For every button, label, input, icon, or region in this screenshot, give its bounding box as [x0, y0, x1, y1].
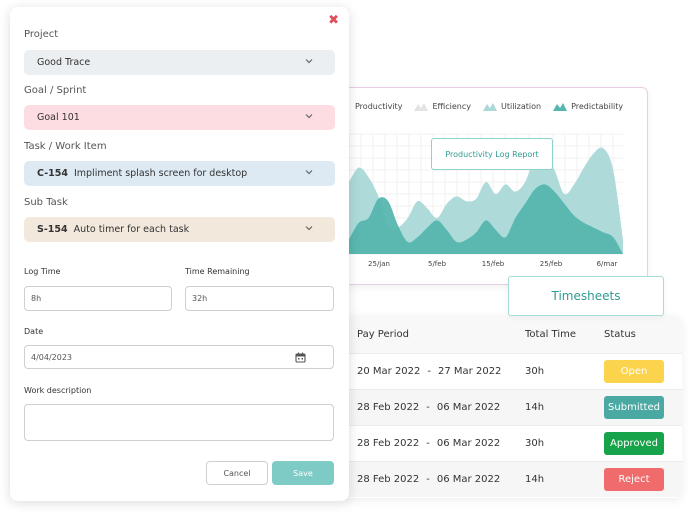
- legend-efficiency: Efficiency: [414, 102, 471, 111]
- legend-label: Predictability: [571, 102, 624, 111]
- goal-label: Goal / Sprint: [24, 85, 87, 96]
- status-cell: Reject: [589, 468, 682, 491]
- date-value: 4/04/2023: [31, 352, 73, 362]
- status-badge[interactable]: Open: [604, 360, 664, 383]
- status-cell: Open: [589, 360, 682, 383]
- mountain-icon: [482, 103, 497, 111]
- period-to: 06 Mar 2022: [436, 402, 501, 413]
- x-tick-label: 25/feb: [539, 260, 563, 268]
- legend-utilization: Utilization: [482, 102, 542, 111]
- date-label: Date: [24, 327, 44, 336]
- log-time-form: ✖ Project Good Trace Goal / Sprint Goal …: [10, 7, 349, 501]
- save-button[interactable]: Save: [272, 461, 334, 485]
- chevron-down-icon: [305, 114, 313, 119]
- chevron-down-icon: [305, 59, 313, 64]
- log-time-label: Log Time: [24, 267, 61, 276]
- table-body: 20 Mar 2022-27 Mar 2022 30h Open 28 Feb 202…: [340, 353, 682, 497]
- pay-period-cell: 28 Feb 2022-06 Mar 2022: [340, 474, 509, 485]
- log-time-value: 8h: [31, 294, 42, 303]
- time-remaining-value: 32h: [192, 294, 208, 303]
- productivity-chart-card: Productivity Efficiency Utilization Pred…: [330, 87, 648, 285]
- period-separator: -: [426, 438, 430, 449]
- task-code: C-154: [37, 168, 68, 179]
- period-separator: -: [426, 402, 430, 413]
- log-time-input[interactable]: 8h: [24, 286, 172, 311]
- mountain-icon: [553, 103, 568, 111]
- table-row: 28 Feb 2022-06 Mar 2022 14h Reject: [340, 461, 682, 497]
- time-remaining-input[interactable]: 32h: [185, 286, 334, 311]
- table-row: 28 Feb 2022-06 Mar 2022 14h Submitted: [340, 389, 682, 425]
- subtask-select[interactable]: S-154 Auto timer for each task: [24, 217, 335, 242]
- subtask-label: Sub Task: [24, 197, 68, 208]
- period-to: 06 Mar 2022: [436, 438, 501, 449]
- x-tick-label: 6/mar: [596, 260, 618, 268]
- table-header: Pay Period Total Time Status: [340, 316, 682, 353]
- status-badge[interactable]: Submitted: [604, 396, 664, 419]
- legend-predictability: Predictability: [553, 102, 623, 111]
- legend-productivity: Productivity: [355, 102, 402, 111]
- period-from: 28 Feb 2022: [357, 402, 420, 413]
- status-badge[interactable]: Approved: [604, 432, 664, 455]
- task-label: Task / Work Item: [24, 141, 107, 152]
- period-separator: -: [427, 366, 432, 377]
- date-input[interactable]: 4/04/2023: [24, 345, 334, 369]
- project-select[interactable]: Good Trace: [24, 50, 335, 75]
- project-label: Project: [24, 29, 59, 40]
- cancel-button[interactable]: Cancel: [206, 461, 268, 485]
- legend-label: Efficiency: [432, 102, 471, 111]
- x-tick-label: 15/feb: [481, 260, 505, 268]
- legend-label: Productivity: [355, 102, 403, 111]
- status-cell: Approved: [589, 432, 682, 455]
- task-select[interactable]: C-154 Impliment splash screen for deskto…: [24, 161, 335, 186]
- total-time-cell: 14h: [525, 402, 545, 413]
- period-to: 27 Mar 2022: [438, 366, 502, 377]
- subtask-code: S-154: [37, 224, 68, 235]
- period-from: 20 Mar 2022: [357, 366, 421, 377]
- table-row: 20 Mar 2022-27 Mar 2022 30h Open: [340, 353, 682, 389]
- header-total-time: Total Time: [525, 329, 577, 340]
- work-description-label: Work description: [24, 386, 92, 395]
- header-pay-period: Pay Period: [357, 329, 409, 340]
- goal-select[interactable]: Goal 101: [24, 105, 335, 130]
- tab-timesheets[interactable]: Timesheets: [508, 276, 664, 316]
- mountain-icon: [414, 103, 429, 111]
- status-cell: Submitted: [589, 396, 682, 419]
- goal-value: Goal 101: [37, 112, 80, 123]
- task-value: Impliment splash screen for desktop: [73, 168, 248, 179]
- pay-period-cell: 28 Feb 2022-06 Mar 2022: [340, 402, 509, 413]
- x-tick-label: 25/jan: [368, 260, 390, 268]
- header-status: Status: [604, 329, 636, 340]
- table-row: 28 Feb 2022-06 Mar 2022 30h Approved: [340, 425, 682, 461]
- total-time-cell: 30h: [525, 438, 545, 449]
- period-to: 06 Mar 2022: [436, 474, 501, 485]
- work-description-input[interactable]: [24, 404, 334, 441]
- chart-title: Productivity Log Report: [431, 138, 553, 170]
- productivity-chart: [348, 133, 623, 255]
- time-remaining-label: Time Remaining: [185, 267, 250, 276]
- chevron-down-icon: [305, 170, 313, 175]
- period-from: 28 Feb 2022: [357, 474, 420, 485]
- timesheet-table: Pay Period Total Time Status 20 Mar 2022…: [340, 316, 682, 498]
- project-value: Good Trace: [37, 57, 91, 68]
- close-icon[interactable]: ✖: [328, 13, 339, 28]
- period-from: 28 Feb 2022: [357, 438, 420, 449]
- total-time-cell: 30h: [525, 366, 545, 377]
- chevron-down-icon: [305, 226, 313, 231]
- period-separator: -: [426, 474, 430, 485]
- status-badge[interactable]: Reject: [604, 468, 664, 491]
- legend-label: Utilization: [500, 102, 542, 111]
- pay-period-cell: 28 Feb 2022-06 Mar 2022: [340, 438, 509, 449]
- pay-period-cell: 20 Mar 2022-27 Mar 2022: [340, 366, 509, 377]
- total-time-cell: 14h: [525, 474, 545, 485]
- calendar-icon[interactable]: [295, 352, 306, 363]
- chart-legend: Productivity Efficiency Utilization Pred…: [355, 102, 637, 111]
- x-tick-label: 5/feb: [427, 260, 447, 268]
- subtask-value: Auto timer for each task: [73, 224, 190, 235]
